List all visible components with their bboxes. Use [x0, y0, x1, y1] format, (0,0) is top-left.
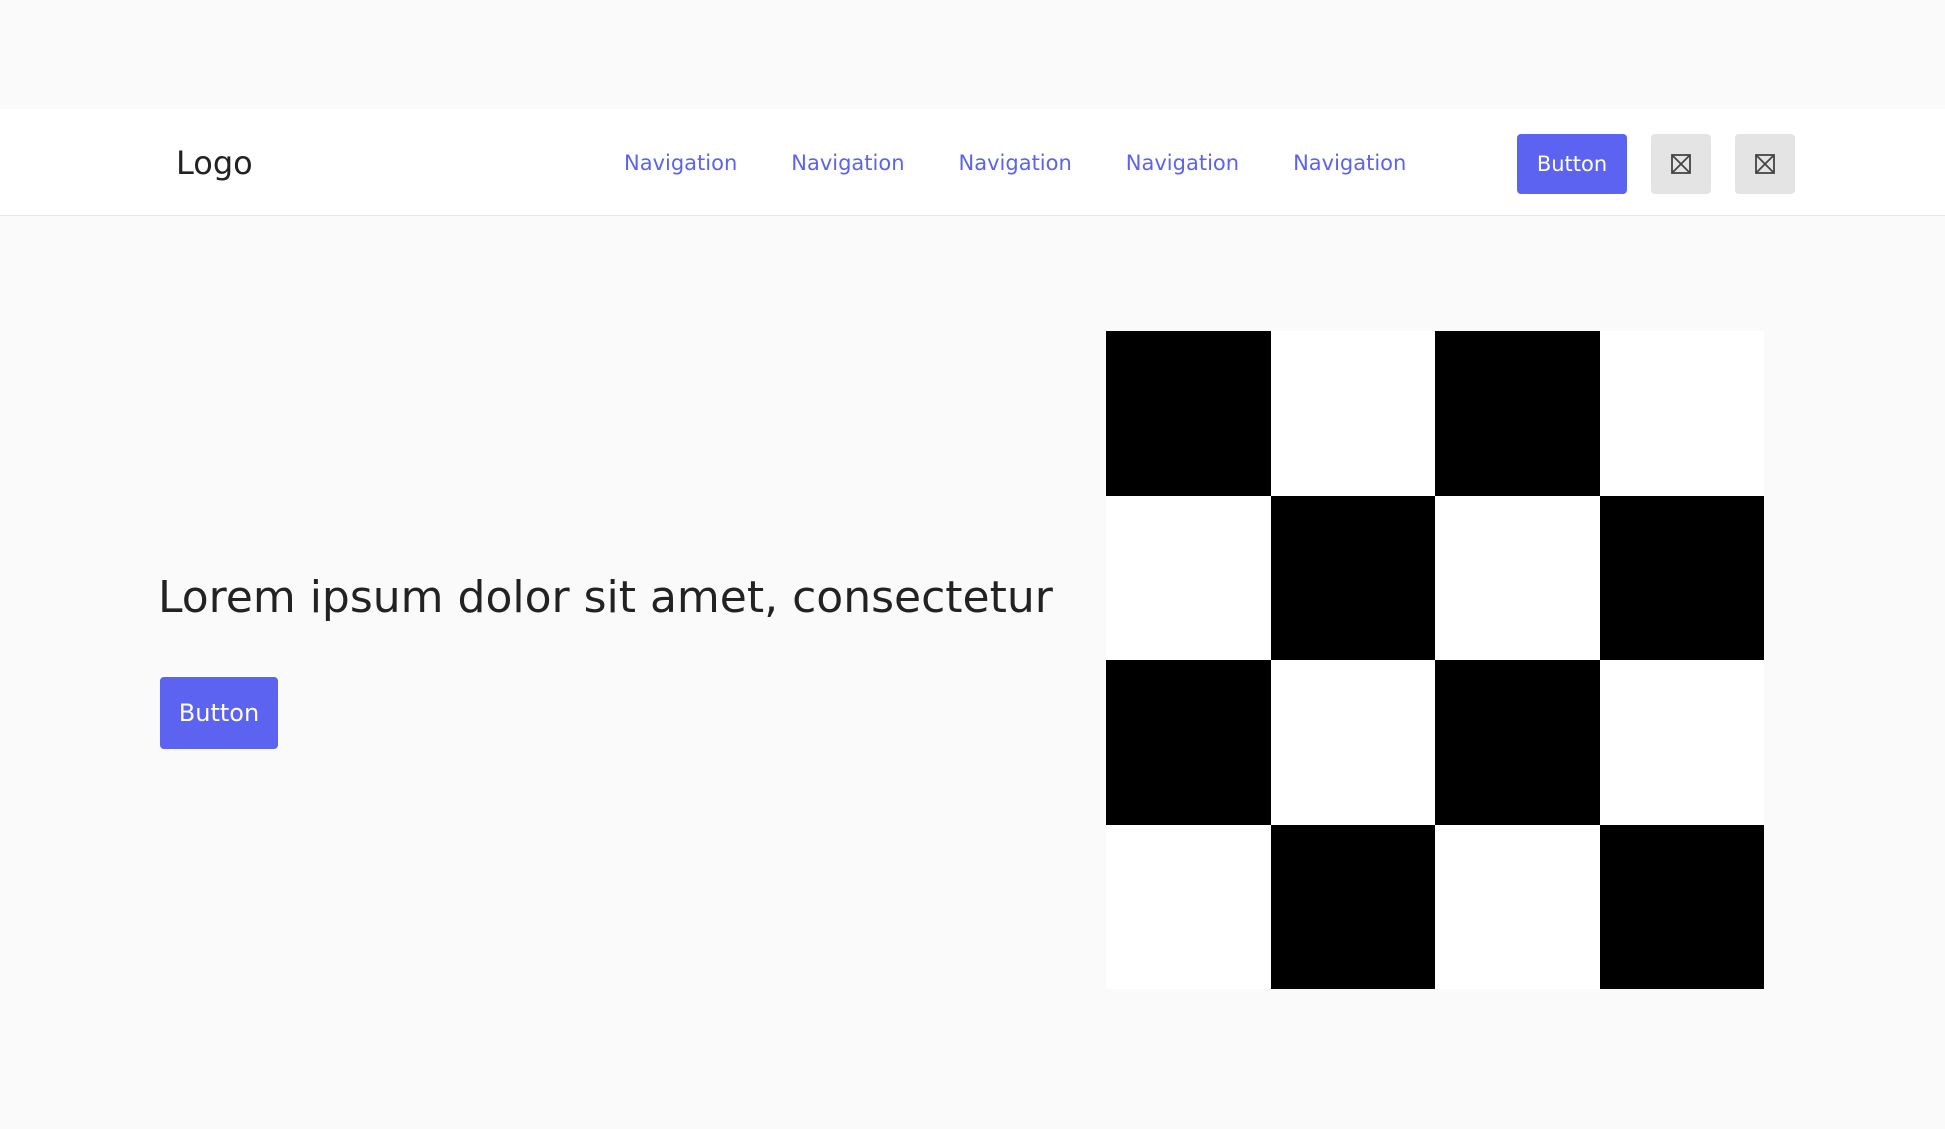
- icon-button-1[interactable]: [1651, 134, 1711, 194]
- checker-cell: [1270, 495, 1435, 660]
- nav-link-4[interactable]: Navigation: [1126, 149, 1239, 177]
- top-band: [0, 0, 1945, 109]
- checker-cell: [1435, 495, 1600, 660]
- hero-headline: Lorem ipsum dolor sit amet, consectetur: [158, 572, 1053, 623]
- checker-cell: [1270, 331, 1435, 496]
- image-placeholder-icon: [1755, 154, 1775, 174]
- nav-link-1[interactable]: Navigation: [624, 149, 737, 177]
- icon-button-2[interactable]: [1735, 134, 1795, 194]
- checker-cell: [1599, 824, 1764, 989]
- navigation: Navigation Navigation Navigation Navigat…: [624, 149, 1406, 177]
- header-button[interactable]: Button: [1517, 134, 1627, 194]
- nav-link-2[interactable]: Navigation: [791, 149, 904, 177]
- header: Logo Navigation Navigation Navigation Na…: [0, 109, 1945, 216]
- checker-cell: [1435, 331, 1600, 496]
- checker-cell: [1599, 495, 1764, 660]
- page: Logo Navigation Navigation Navigation Na…: [0, 0, 1945, 1129]
- checker-cell: [1106, 660, 1271, 825]
- checker-cell: [1435, 660, 1600, 825]
- checker-cell: [1599, 331, 1764, 496]
- checker-cell: [1435, 824, 1600, 989]
- nav-link-5[interactable]: Navigation: [1293, 149, 1406, 177]
- image-placeholder-icon: [1671, 154, 1691, 174]
- checker-cell: [1106, 495, 1271, 660]
- checker-cell: [1599, 660, 1764, 825]
- checkerboard-image: [1106, 331, 1764, 989]
- checker-cell: [1270, 660, 1435, 825]
- checker-cell: [1270, 824, 1435, 989]
- checker-cell: [1106, 824, 1271, 989]
- hero-button[interactable]: Button: [160, 677, 278, 749]
- checker-cell: [1106, 331, 1271, 496]
- nav-link-3[interactable]: Navigation: [959, 149, 1072, 177]
- logo[interactable]: Logo: [176, 143, 253, 183]
